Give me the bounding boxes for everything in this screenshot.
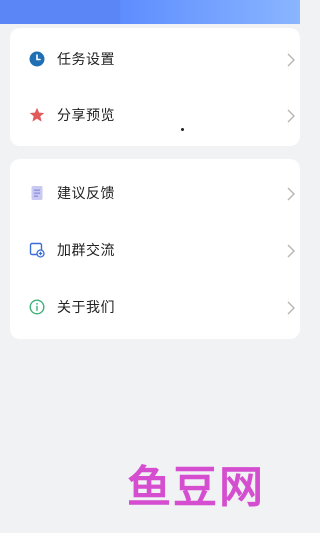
menu-item-label: 关于我们 — [57, 299, 115, 316]
clock-icon — [29, 51, 45, 67]
info-icon — [29, 298, 45, 315]
stray-dot — [181, 128, 184, 131]
menu-item-label: 任务设置 — [57, 51, 115, 68]
chevron-right-icon — [286, 108, 296, 122]
group-chat-icon — [29, 242, 45, 258]
menu-item-task-settings[interactable]: 任务设置 — [10, 30, 300, 87]
chevron-right-icon — [286, 52, 296, 66]
header-background — [0, 0, 300, 24]
menu-item-about-us[interactable]: 关于我们 — [10, 278, 300, 335]
settings-card-primary: 任务设置 分享预览 — [10, 28, 300, 146]
menu-item-feedback[interactable]: 建议反馈 — [10, 164, 300, 221]
menu-item-label: 分享预览 — [57, 107, 115, 124]
document-icon — [29, 185, 45, 201]
watermark-logo: 鱼豆网 — [127, 462, 265, 513]
header-accent — [0, 0, 120, 24]
menu-item-join-group[interactable]: 加群交流 — [10, 221, 300, 278]
chevron-right-icon — [286, 243, 296, 257]
settings-card-secondary: 建议反馈 加群交流 关于我们 — [10, 159, 300, 339]
chevron-right-icon — [286, 300, 296, 314]
menu-item-label: 建议反馈 — [57, 185, 115, 202]
chevron-right-icon — [286, 186, 296, 200]
menu-item-label: 加群交流 — [57, 242, 115, 259]
menu-item-share-preview[interactable]: 分享预览 — [10, 86, 300, 143]
star-icon — [29, 107, 45, 123]
